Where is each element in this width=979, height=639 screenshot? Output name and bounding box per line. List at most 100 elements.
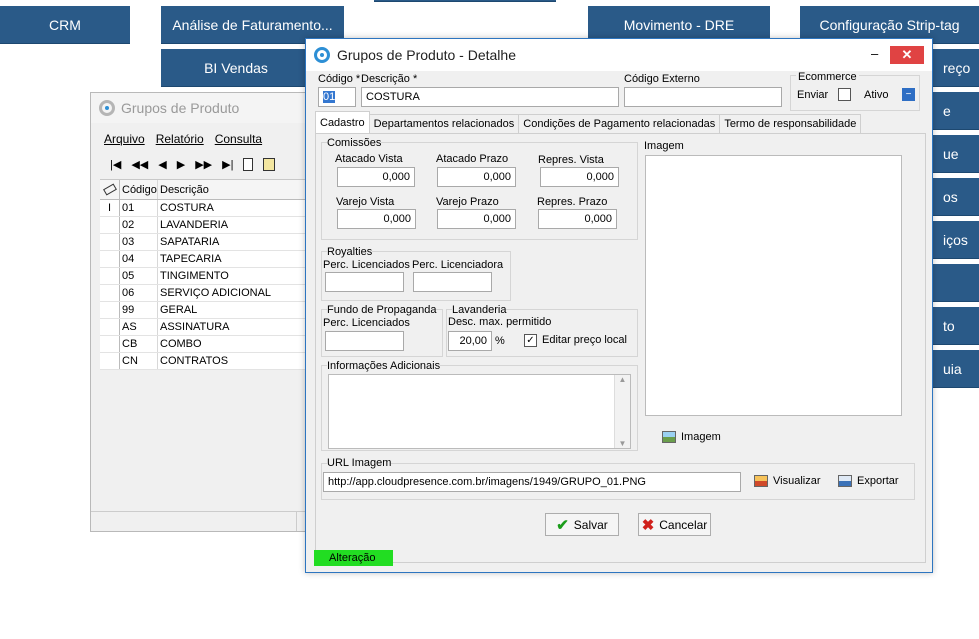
cell-descricao[interactable]: CONTRATOS — [158, 355, 306, 367]
close-button[interactable]: ✕ — [890, 46, 924, 64]
tile-r-empty[interactable] — [933, 264, 979, 302]
tile-r6[interactable]: to — [933, 307, 979, 345]
first-record-icon[interactable]: |◀ — [110, 158, 121, 171]
list-window-title: Grupos de Produto — [121, 100, 240, 116]
row-indicator — [100, 319, 120, 335]
cell-descricao[interactable]: TAPECARIA — [158, 253, 306, 265]
dialog-titlebar[interactable]: Grupos de Produto - Detalhe — [306, 39, 932, 71]
url-imagem-value: http://app.cloudpresence.com.br/imagens/… — [328, 476, 646, 488]
cell-codigo[interactable]: 02 — [120, 217, 158, 233]
tile-label: reço — [943, 59, 971, 76]
cell-descricao[interactable]: GERAL — [158, 304, 306, 316]
tile-r2[interactable]: e — [933, 92, 979, 130]
new-document-icon[interactable] — [243, 157, 254, 171]
prev-record-icon[interactable]: ◀ — [158, 158, 166, 171]
tab-condicoes-pagamento[interactable]: Condições de Pagamento relacionadas — [518, 114, 721, 133]
tile-r5[interactable]: iços — [933, 221, 979, 259]
table-row[interactable]: CN CONTRATOS — [100, 353, 306, 370]
desc-max-field[interactable]: 20,00 — [448, 331, 492, 351]
tile-label: BI Vendas — [204, 59, 268, 76]
next-record-icon[interactable]: ▶ — [177, 158, 185, 171]
tile-label: CRM — [49, 16, 81, 33]
tab-departamentos[interactable]: Departamentos relacionados — [368, 114, 520, 133]
menu-consulta[interactable]: Consulta — [215, 132, 262, 146]
tab-cadastro[interactable]: Cadastro — [315, 111, 370, 133]
cell-descricao[interactable]: COSTURA — [158, 202, 306, 214]
atacado-vista-field[interactable]: 0,000 — [337, 167, 415, 187]
table-row[interactable]: 02 LAVANDERIA — [100, 217, 306, 234]
ativo-checkbox[interactable]: − — [902, 88, 915, 101]
cell-codigo[interactable]: CB — [120, 336, 158, 352]
cell-codigo[interactable]: 01 — [120, 200, 158, 216]
salvar-label: Salvar — [573, 517, 608, 532]
repres-prazo-field[interactable]: 0,000 — [538, 209, 617, 229]
menu-arquivo[interactable]: Arquivo — [104, 132, 145, 146]
cell-descricao[interactable]: TINGIMENTO — [158, 270, 306, 282]
tile-r3[interactable]: ue — [933, 135, 979, 173]
royalties-licenciadora-field[interactable] — [413, 272, 492, 292]
scroll-up-icon[interactable]: ▲ — [615, 375, 630, 384]
column-header-descricao[interactable]: Descrição — [158, 184, 306, 196]
exportar-button[interactable]: Exportar — [838, 475, 899, 487]
tile-crm[interactable]: CRM — [0, 6, 130, 44]
table-header: Código Descrição — [100, 180, 306, 200]
codigo-field[interactable]: 01 — [318, 87, 356, 107]
tab-termo-responsabilidade[interactable]: Termo de responsabilidade — [719, 114, 862, 133]
textarea-scrollbar[interactable]: ▲ ▼ — [614, 375, 630, 448]
salvar-button[interactable]: ✔ Salvar — [545, 513, 619, 536]
column-header-codigo[interactable]: Código — [120, 180, 158, 199]
cell-descricao[interactable]: SERVIÇO ADICIONAL — [158, 287, 306, 299]
tile-bi-vendas[interactable]: BI Vendas — [161, 49, 311, 87]
menu-relatorio[interactable]: Relatório — [156, 132, 204, 146]
table-row[interactable]: 03 SAPATARIA — [100, 234, 306, 251]
codigo-label: Código * — [318, 73, 361, 85]
repres-prazo-label: Repres. Prazo — [537, 196, 608, 208]
cell-codigo[interactable]: 06 — [120, 285, 158, 301]
codigo-externo-field[interactable] — [624, 87, 782, 107]
cell-descricao[interactable]: SAPATARIA — [158, 236, 306, 248]
varejo-vista-label: Varejo Vista — [336, 196, 395, 208]
cell-descricao[interactable]: LAVANDERIA — [158, 219, 306, 231]
cell-codigo[interactable]: 05 — [120, 268, 158, 284]
tile-top-middle[interactable] — [374, 0, 556, 2]
varejo-prazo-field[interactable]: 0,000 — [437, 209, 516, 229]
cell-codigo[interactable]: 99 — [120, 302, 158, 318]
cell-codigo[interactable]: 03 — [120, 234, 158, 250]
informacoes-textarea[interactable]: ▲ ▼ — [328, 374, 631, 449]
scroll-down-icon[interactable]: ▼ — [615, 439, 630, 448]
table-row[interactable]: I 01 COSTURA — [100, 200, 306, 217]
atacado-prazo-field[interactable]: 0,000 — [437, 167, 516, 187]
varejo-vista-field[interactable]: 0,000 — [337, 209, 416, 229]
url-imagem-field[interactable]: http://app.cloudpresence.com.br/imagens/… — [323, 472, 741, 492]
cell-codigo[interactable]: 04 — [120, 251, 158, 267]
enviar-checkbox[interactable] — [838, 88, 851, 101]
royalties-licenciados-field[interactable] — [325, 272, 404, 292]
table-row[interactable]: AS ASSINATURA — [100, 319, 306, 336]
edit-document-icon[interactable] — [263, 157, 276, 171]
cell-codigo[interactable]: AS — [120, 319, 158, 335]
grupos-produto-list-window: Grupos de Produto Arquivo Relatório Cons… — [90, 92, 306, 532]
list-window-titlebar[interactable]: Grupos de Produto — [91, 93, 305, 123]
visualizar-button[interactable]: Visualizar — [754, 475, 821, 487]
cell-descricao[interactable]: COMBO — [158, 338, 306, 350]
cell-codigo[interactable]: CN — [120, 353, 158, 369]
descricao-field[interactable]: COSTURA — [361, 87, 619, 107]
minimize-button[interactable]: – — [871, 46, 878, 61]
next-page-icon[interactable]: ▶▶ — [195, 158, 212, 171]
table-row[interactable]: CB COMBO — [100, 336, 306, 353]
tile-r4[interactable]: os — [933, 178, 979, 216]
table-row[interactable]: 04 TAPECARIA — [100, 251, 306, 268]
table-row[interactable]: 99 GERAL — [100, 302, 306, 319]
last-record-icon[interactable]: ▶| — [222, 158, 233, 171]
fundo-licenciados-field[interactable] — [325, 331, 404, 351]
imagem-button[interactable]: Imagem — [662, 431, 721, 443]
tile-r7[interactable]: uia — [933, 350, 979, 388]
editar-preco-checkbox[interactable]: ✓ — [524, 334, 537, 347]
repres-vista-field[interactable]: 0,000 — [540, 167, 619, 187]
table-row[interactable]: 05 TINGIMENTO — [100, 268, 306, 285]
tile-r1[interactable]: reço — [933, 49, 979, 87]
cancelar-button[interactable]: ✖ Cancelar — [638, 513, 711, 536]
prev-page-icon[interactable]: ◀◀ — [131, 158, 148, 171]
cell-descricao[interactable]: ASSINATURA — [158, 321, 306, 333]
table-row[interactable]: 06 SERVIÇO ADICIONAL — [100, 285, 306, 302]
